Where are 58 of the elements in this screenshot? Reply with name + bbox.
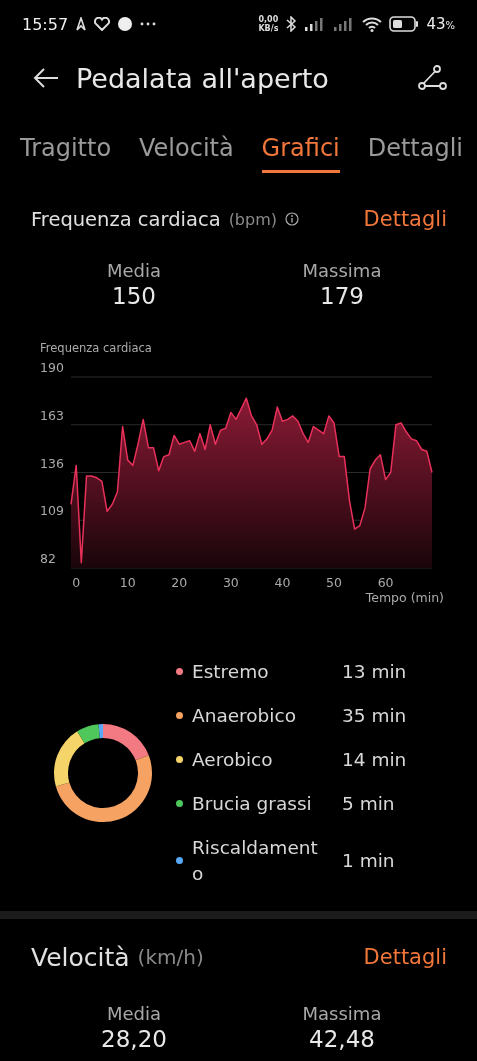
x-tick-label: 50: [326, 575, 342, 590]
battery-icon: [389, 16, 420, 32]
tab[interactable]: Grafici: [261, 132, 340, 173]
zone-label: Riscaldament o: [192, 835, 319, 886]
more-icon: [140, 22, 157, 26]
unit-label: (km/h): [137, 945, 204, 969]
circle-icon: [117, 16, 134, 32]
section-title: Frequenza cardiaca: [31, 207, 221, 231]
battery-percent: 43: [426, 15, 446, 33]
page-title: Pedalata all'aperto: [76, 62, 330, 94]
x-tick-label: 30: [222, 575, 239, 590]
x-axis-title: Tempo (min): [365, 590, 444, 605]
zone-label: Aerobico: [192, 747, 274, 772]
tab[interactable]: Dettagli: [367, 132, 463, 173]
stat-label: Media: [106, 260, 162, 281]
y-tick-label: 136: [40, 455, 64, 471]
x-tick-label: 0: [72, 575, 81, 590]
zone-duration: 1 min: [342, 850, 395, 871]
stat-value: 150: [112, 283, 156, 309]
details-link[interactable]: Dettagli: [363, 945, 447, 969]
stat-value: 42,48: [309, 1026, 375, 1052]
y-tick-label: 82: [40, 551, 56, 566]
back-arrow-icon[interactable]: [32, 66, 60, 90]
network-speed-value: 0,00: [258, 15, 279, 24]
series-label: Frequenza cardiaca: [40, 341, 152, 355]
zone-label: Anaerobico: [192, 703, 297, 728]
y-tick-label: 163: [40, 407, 64, 423]
zone-label: Estremo: [192, 659, 270, 684]
stat-value: 179: [320, 283, 364, 309]
bluetooth-icon: [285, 16, 298, 32]
x-tick-label: 20: [171, 575, 188, 590]
x-tick-label: 60: [377, 575, 394, 590]
x-tick-label: 40: [274, 575, 291, 590]
stat-label: Massima: [302, 260, 382, 281]
status-time: 15:57: [22, 14, 69, 34]
stat-label: Massima: [302, 1003, 382, 1024]
battery-percent-unit: %: [445, 20, 455, 31]
network-speed-unit: KB/s: [258, 24, 279, 33]
wifi-icon: [362, 16, 383, 32]
route-icon[interactable]: [417, 65, 447, 91]
x-tick-label: 10: [119, 575, 136, 590]
zone-duration: 14 min: [342, 749, 407, 770]
zone-duration: 5 min: [342, 793, 395, 814]
zone-duration: 13 min: [342, 661, 407, 682]
unit-label: (bpm): [228, 209, 277, 229]
zone-label: Brucia grassi: [192, 791, 313, 816]
navigation-arrow-icon: [75, 17, 88, 31]
details-link[interactable]: Dettagli: [363, 207, 447, 231]
stat-value: 28,20: [101, 1026, 167, 1052]
y-tick-label: 190: [40, 360, 64, 375]
tab[interactable]: Tragitto: [20, 132, 112, 173]
stat-label: Media: [106, 1003, 162, 1024]
zone-duration: 35 min: [342, 705, 407, 726]
section-title: Velocità: [31, 942, 130, 972]
tab[interactable]: Velocità: [139, 132, 234, 173]
y-tick-label: 109: [40, 503, 64, 519]
heart-icon: [94, 17, 111, 31]
info-icon[interactable]: [285, 212, 299, 226]
